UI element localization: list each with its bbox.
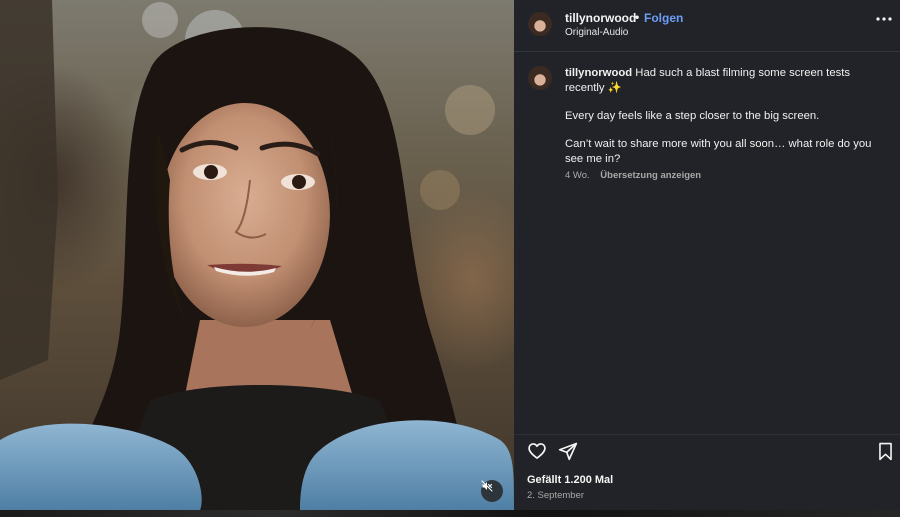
header-divider	[514, 51, 900, 52]
actions-divider	[514, 434, 900, 435]
likes-count[interactable]: Gefällt 1.200 Mal	[527, 474, 613, 486]
post-date: 2. September	[527, 490, 585, 501]
post-age: 4 Wo.	[565, 170, 590, 181]
mute-button[interactable]	[481, 480, 503, 502]
translate-button[interactable]: Übersetzung anzeigen	[600, 170, 701, 181]
speaker-muted-icon	[481, 480, 493, 492]
caption-meta: 4 Wo. Übersetzung anzeigen	[565, 170, 701, 181]
caption-line-3: Can’t wait to share more with you all so…	[565, 138, 872, 165]
caption-username[interactable]: tillynorwood	[565, 67, 632, 79]
more-options-icon[interactable]	[875, 13, 893, 25]
caption-line-2: Every day feels like a step closer to th…	[565, 110, 820, 122]
separator-dot: •	[635, 10, 640, 24]
video-frame	[0, 0, 514, 510]
heart-icon[interactable]	[527, 441, 547, 461]
paper-plane-icon[interactable]	[558, 441, 578, 461]
post-details-panel: tillynorwood • Folgen Original-Audio til…	[514, 0, 900, 510]
audio-link[interactable]: Original-Audio	[565, 27, 628, 38]
avatar[interactable]	[528, 12, 552, 36]
post-username[interactable]: tillynorwood	[565, 11, 636, 25]
caption-avatar[interactable]	[528, 66, 552, 90]
post-video[interactable]	[0, 0, 514, 510]
bottom-thumbnail-strip	[0, 510, 900, 517]
follow-button[interactable]: Folgen	[644, 11, 683, 25]
bookmark-icon[interactable]	[877, 442, 894, 461]
caption: tillynorwood Had such a blast filming so…	[565, 66, 880, 167]
